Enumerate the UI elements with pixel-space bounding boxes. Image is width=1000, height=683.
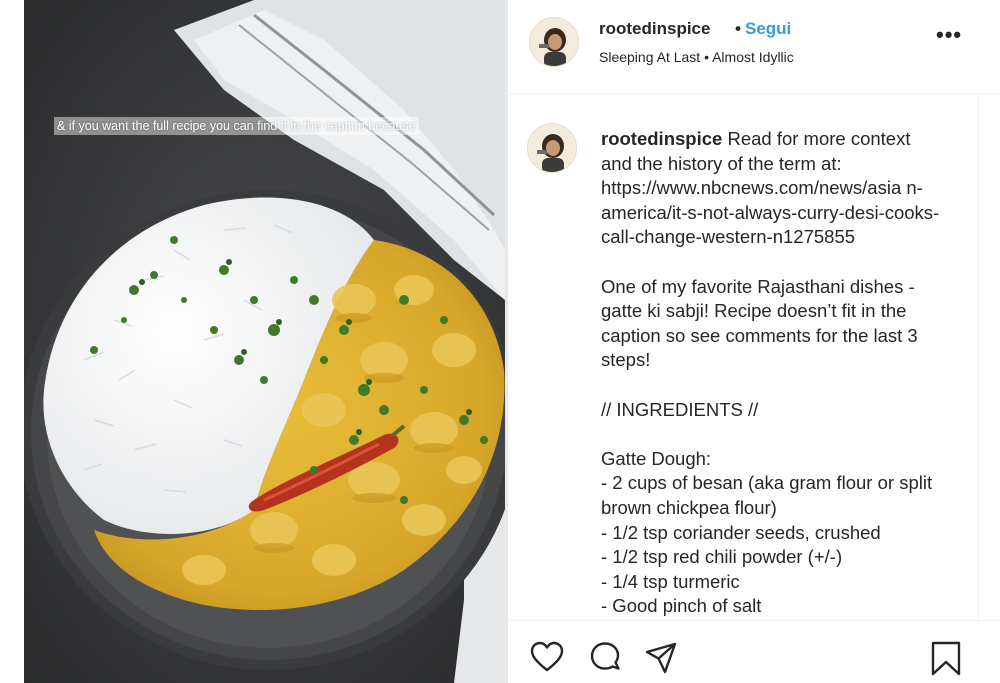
avatar[interactable]: [529, 17, 579, 67]
food-photo: [24, 0, 505, 683]
video-caption-overlay: & if you want the full recipe you can fi…: [54, 117, 419, 135]
profile-photo-icon: [528, 124, 576, 172]
profile-photo-icon: [530, 18, 578, 66]
media-left-margin: [0, 0, 24, 683]
comments-scrollbar[interactable]: [978, 95, 1000, 620]
caption-avatar[interactable]: [527, 123, 577, 173]
post-header: rootedinspice • Segui Sleeping At Last •…: [508, 0, 1000, 94]
heart-icon[interactable]: [530, 641, 564, 678]
follow-button[interactable]: Segui: [745, 19, 791, 39]
comments-section[interactable]: rootedinspice Read for more context and …: [508, 95, 978, 620]
share-icon[interactable]: [644, 641, 678, 680]
separator-dot: •: [735, 19, 741, 38]
bookmark-icon[interactable]: [930, 641, 962, 682]
post-caption: rootedinspice Read for more context and …: [601, 127, 941, 619]
caption-username[interactable]: rootedinspice: [601, 128, 722, 149]
more-options-icon[interactable]: •••: [936, 24, 966, 48]
caption-text: Read for more context and the history of…: [601, 128, 940, 617]
action-bar: [508, 620, 1000, 683]
post-username[interactable]: rootedinspice: [599, 19, 710, 39]
music-info[interactable]: Sleeping At Last • Almost Idyllic: [599, 49, 794, 65]
post-media[interactable]: & if you want the full recipe you can fi…: [0, 0, 508, 683]
comment-icon[interactable]: [588, 641, 622, 680]
post-panel: rootedinspice • Segui Sleeping At Last •…: [508, 0, 1000, 683]
